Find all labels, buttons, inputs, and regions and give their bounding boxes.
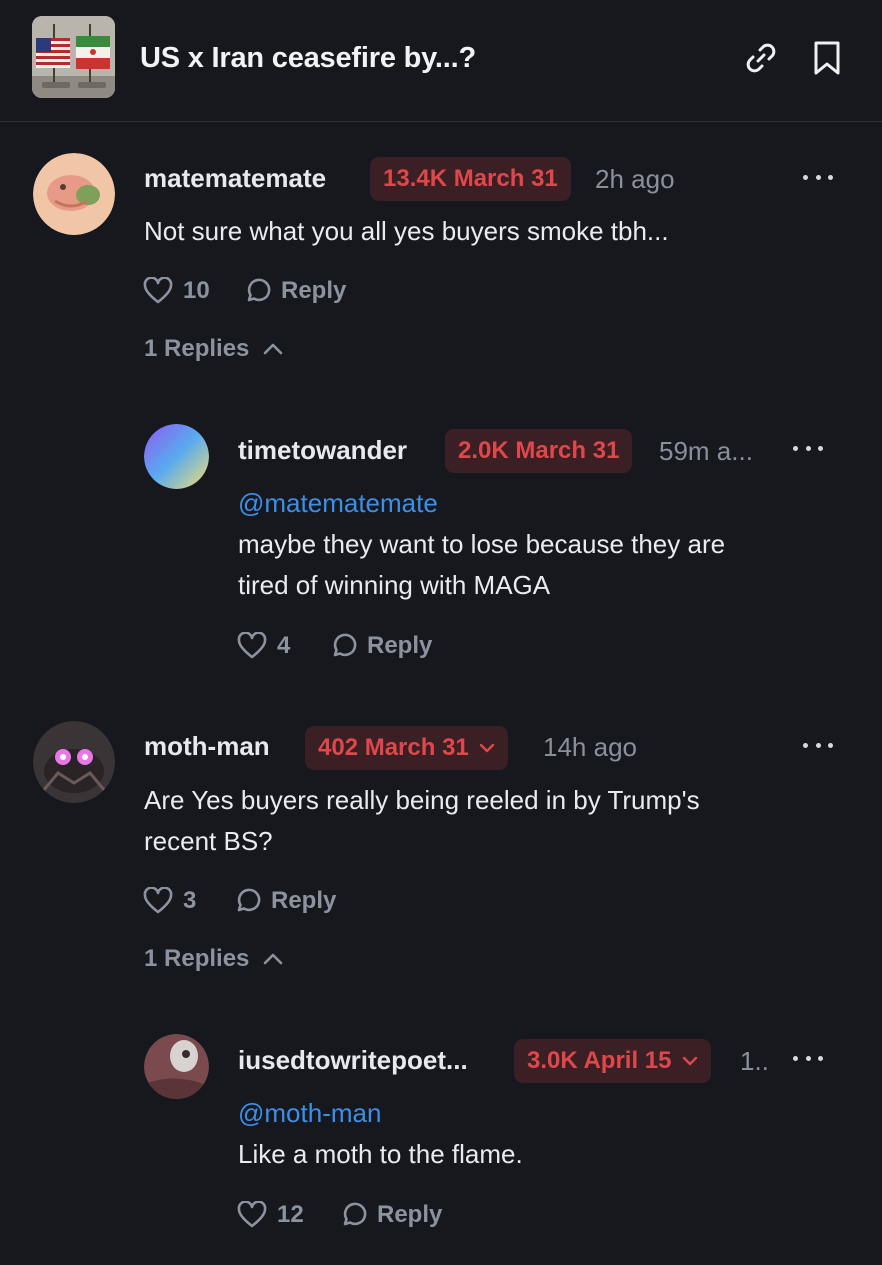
comment-text-line: tired of winning with MAGA [238,570,551,600]
timestamp: 14h ago [543,732,637,762]
comment-text-line: maybe they want to lose because they are [238,529,726,559]
username[interactable]: iusedtowritepoet... [238,1045,468,1076]
like-button[interactable]: 4 [237,632,290,660]
chat-bubble-icon [237,888,261,912]
more-options-icon[interactable] [803,167,833,187]
chat-bubble-icon [247,278,271,302]
replies-toggle[interactable]: 1 Replies [144,335,283,363]
like-button[interactable]: 3 [143,887,196,915]
username[interactable]: matematemate [144,163,326,194]
mention-link[interactable]: @matematemate [238,488,438,519]
replies-toggle[interactable]: 1 Replies [144,945,283,973]
market-header: US x Iran ceasefire by...? [0,0,882,122]
chevron-up-icon [264,343,283,355]
heart-icon [143,277,173,304]
position-badge[interactable]: 402 March 31 [305,726,508,770]
like-count: 4 [277,632,291,659]
comments-screen: US x Iran ceasefire by...? matematemate … [0,0,882,1265]
more-options-icon[interactable] [803,735,833,755]
position-text: 13.4K March 31 [383,165,558,192]
chat-bubble-icon [343,1202,367,1226]
chevron-down-icon [479,743,494,753]
comment-text-line: Are Yes buyers really being reeled in by… [144,785,700,815]
timestamp: 2h ago [595,164,675,194]
reply-label: Reply [367,632,433,659]
username[interactable]: timetowander [238,435,407,466]
like-button[interactable]: 10 [143,277,210,305]
comment-text: Like a moth to the flame. [238,1139,523,1169]
reply-label: Reply [281,277,347,304]
mention-link[interactable]: @moth-man [238,1098,381,1129]
reply-button[interactable]: Reply [331,632,432,660]
comment-text-line: recent BS? [144,826,273,856]
chevron-down-icon [682,1056,697,1066]
market-thumbnail[interactable] [32,16,115,98]
us-iran-flags-image [32,16,115,98]
reply-button[interactable]: Reply [235,887,336,915]
position-badge: 2.0K March 31 [445,429,633,473]
bookmark-icon[interactable] [807,38,847,78]
avatar[interactable] [144,424,209,489]
position-text: 3.0K April 15 [527,1047,672,1074]
chat-bubble-icon [333,633,357,657]
position-badge[interactable]: 3.0K April 15 [514,1039,711,1083]
more-options-icon[interactable] [793,1048,823,1068]
avatar[interactable] [144,1034,209,1099]
timestamp: 59m a... [659,436,753,466]
position-text: 402 March 31 [318,734,469,761]
link-icon[interactable] [741,38,781,78]
replies-count-label: 1 Replies [144,945,250,972]
avatar[interactable] [33,721,115,803]
heart-icon [143,887,173,914]
like-count: 10 [183,277,210,304]
heart-icon [237,632,267,659]
like-count: 3 [183,887,197,914]
chevron-up-icon [264,953,283,965]
reply-label: Reply [377,1201,443,1228]
timestamp: 1.. [740,1046,769,1076]
reply-label: Reply [271,887,337,914]
position-text: 2.0K March 31 [458,437,620,464]
market-title: US x Iran ceasefire by...? [140,42,476,74]
replies-count-label: 1 Replies [144,335,250,362]
like-count: 12 [277,1201,304,1228]
reply-button[interactable]: Reply [341,1201,442,1229]
username[interactable]: moth-man [144,731,270,762]
position-badge: 13.4K March 31 [370,157,571,201]
like-button[interactable]: 12 [237,1201,304,1229]
more-options-icon[interactable] [793,438,823,458]
comment-text: Not sure what you all yes buyers smoke t… [144,216,669,246]
reply-button[interactable]: Reply [245,277,346,305]
heart-icon [237,1201,267,1228]
avatar[interactable] [33,153,115,235]
